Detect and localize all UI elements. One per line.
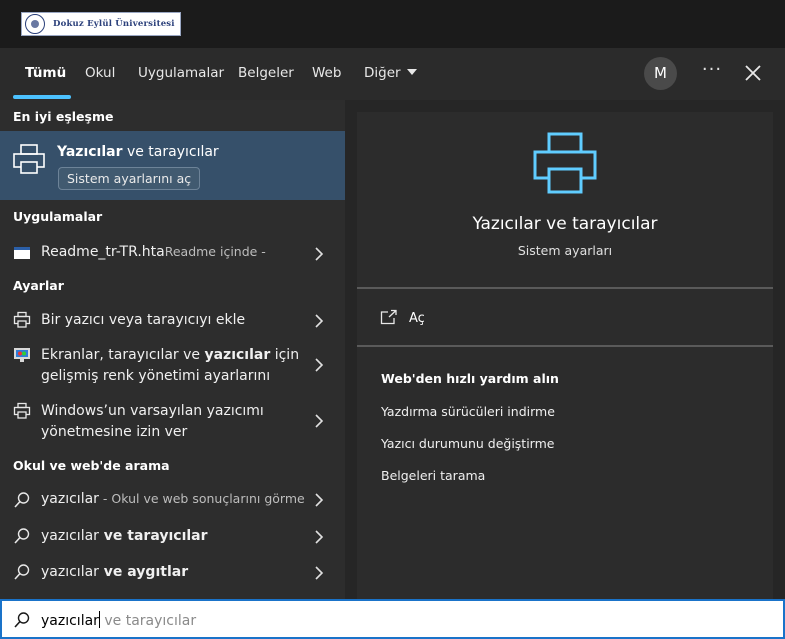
- preview-title: Yazıcılar ve tarayıcılar: [472, 214, 658, 234]
- list-item-web-result-3[interactable]: yazıcılar ve aygıtlar: [0, 555, 345, 591]
- web-result-2-label: yazıcılar ve tarayıcılar: [41, 526, 208, 547]
- divider: [357, 345, 773, 347]
- color-management-text-bold: yazıcılar: [204, 347, 271, 363]
- default-printer-line2: yönetmesine izin ver: [41, 423, 188, 440]
- web-result-2-bold: ve tarayıcılar: [98, 528, 208, 544]
- default-printer-label: Windows’un varsayılan yazıcımı yönetmesi…: [41, 401, 264, 442]
- chevron-right-icon: [315, 530, 324, 544]
- web-search-heading: Okul ve web'de arama: [13, 458, 170, 473]
- web-result-1-query: yazıcılar: [41, 491, 99, 507]
- tab-more[interactable]: Diğer: [364, 48, 417, 100]
- list-item-readme[interactable]: Readme_tr-TR.htaReadme içinde -: [0, 236, 345, 272]
- readme-location: Readme içinde -: [164, 244, 266, 259]
- help-link-printer-status[interactable]: Yazıcı durumunu değiştirme: [381, 436, 554, 451]
- search-input[interactable]: yazıcılar ve tarayıcılar: [41, 611, 196, 629]
- default-printer-line1: Windows’un varsayılan yazıcımı: [41, 403, 264, 419]
- readme-label: Readme_tr-TR.htaReadme içinde -: [41, 242, 266, 263]
- preview-subtitle: Sistem ayarları: [517, 243, 613, 258]
- apps-heading: Uygulamalar: [13, 209, 103, 224]
- web-result-2-query: yazıcılar: [41, 528, 99, 544]
- web-help-heading: Web'den hızlı yardım alın: [381, 371, 559, 386]
- list-item-web-result-2[interactable]: yazıcılar ve tarayıcılar: [0, 519, 345, 555]
- tab-more-label: Diğer: [364, 65, 401, 81]
- chevron-right-icon: [315, 247, 324, 261]
- search-icon: [14, 612, 30, 628]
- list-item-color-management[interactable]: Ekranlar, tarayıcılar ve yazıcılar için …: [0, 342, 345, 394]
- list-item-add-printer[interactable]: Bir yazıcı veya tarayıcıyı ekle: [0, 303, 345, 339]
- chevron-right-icon: [315, 358, 324, 372]
- color-management-text-b: için: [270, 347, 300, 363]
- chevron-right-icon: [315, 414, 324, 428]
- more-options-icon[interactable]: ···: [700, 60, 724, 84]
- best-match-heading: En iyi eşleşme: [13, 109, 114, 124]
- color-management-label: Ekranlar, tarayıcılar ve yazıcılar için …: [41, 345, 299, 386]
- open-external-icon: [380, 309, 397, 325]
- printer-icon: [13, 402, 31, 419]
- search-typed-text: yazıcılar: [41, 613, 99, 629]
- divider: [357, 287, 773, 289]
- search-box[interactable]: yazıcılar ve tarayıcılar: [0, 599, 785, 639]
- color-management-icon: [14, 348, 30, 362]
- web-result-3-label: yazıcılar ve aygıtlar: [41, 562, 188, 583]
- account-avatar[interactable]: M: [644, 57, 677, 90]
- best-match-item[interactable]: Yazıcılar ve tarayıcılar Sistem ayarları…: [0, 131, 345, 200]
- chevron-right-icon: [315, 493, 324, 507]
- color-management-text-line2: gelişmiş renk yönetimi ayarlarını: [41, 367, 271, 384]
- tab-web[interactable]: Web: [312, 48, 341, 100]
- list-item-default-printer[interactable]: Windows’un varsayılan yazıcımı yönetmesi…: [0, 398, 345, 450]
- best-match-title-bold: Yazıcılar: [57, 144, 123, 160]
- chevron-right-icon: [315, 314, 324, 328]
- tab-school[interactable]: Okul: [85, 48, 115, 100]
- settings-heading: Ayarlar: [13, 278, 64, 293]
- printer-icon: [533, 132, 597, 194]
- results-list: En iyi eşleşme Yazıcılar ve tarayıcılar …: [0, 100, 345, 599]
- chevron-down-icon: [406, 69, 417, 75]
- search-icon: [14, 564, 30, 580]
- printer-icon: [13, 144, 45, 174]
- add-printer-label: Bir yazıcı veya tarayıcıyı ekle: [41, 312, 246, 328]
- best-match-title: Yazıcılar ve tarayıcılar: [57, 144, 219, 160]
- preview-card: Yazıcılar ve tarayıcılar Sistem ayarları…: [357, 112, 773, 599]
- tab-documents[interactable]: Belgeler: [238, 48, 294, 100]
- active-tab-indicator: [13, 95, 71, 99]
- search-suggestion: ve tarayıcılar: [99, 613, 197, 629]
- organization-logo: Dokuz Eylül Üniversitesi: [21, 12, 181, 36]
- help-link-scan-documents[interactable]: Belgeleri tarama: [381, 468, 485, 483]
- hta-file-icon: [14, 247, 30, 259]
- printer-icon: [13, 311, 31, 328]
- open-system-settings-button[interactable]: Sistem ayarlarını aç: [58, 167, 201, 190]
- close-icon[interactable]: [742, 62, 764, 84]
- open-label: Aç: [409, 311, 425, 326]
- tab-apps[interactable]: Uygulamalar: [138, 48, 224, 100]
- university-seal-icon: [25, 14, 45, 34]
- readme-name: Readme_tr-TR.hta: [41, 244, 165, 260]
- search-icon: [14, 528, 30, 544]
- color-management-text-a: Ekranlar, tarayıcılar ve: [41, 347, 205, 363]
- tab-all[interactable]: Tümü: [25, 48, 66, 100]
- web-result-1-hint: - Okul ve web sonuçlarını görme: [98, 491, 305, 506]
- top-band: Dokuz Eylül Üniversitesi: [0, 0, 785, 48]
- search-icon: [14, 492, 30, 508]
- logo-text: Dokuz Eylül Üniversitesi: [53, 19, 175, 29]
- web-result-1-label: yazıcılar - Okul ve web sonuçlarını görm…: [41, 489, 305, 510]
- web-result-3-bold: ve aygıtlar: [98, 564, 189, 580]
- list-item-web-result-1[interactable]: yazıcılar - Okul ve web sonuçlarını görm…: [0, 482, 345, 518]
- best-match-title-rest: ve tarayıcılar: [122, 144, 219, 160]
- chevron-right-icon: [315, 566, 324, 580]
- help-link-driver-download[interactable]: Yazdırma sürücüleri indirme: [381, 404, 555, 419]
- web-result-3-query: yazıcılar: [41, 564, 99, 580]
